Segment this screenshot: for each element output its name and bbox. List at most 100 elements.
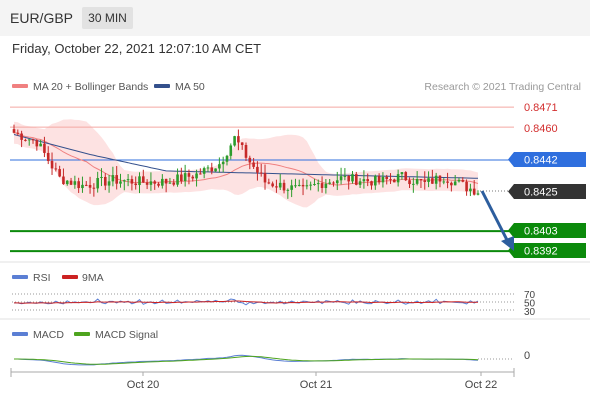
- candle-body: [374, 176, 377, 186]
- candle-body: [354, 174, 358, 185]
- rsi-legend-label: RSI: [33, 272, 51, 284]
- candle-body: [46, 152, 50, 161]
- macd-signal-legend-swatch: [74, 332, 90, 336]
- candle-body: [472, 188, 476, 195]
- candle-body: [27, 139, 31, 141]
- candle-body: [187, 173, 191, 177]
- rsi-ma-legend-label: 9MA: [82, 272, 104, 284]
- ma50-legend-swatch: [154, 84, 170, 88]
- candle-body: [248, 157, 252, 163]
- candle-body: [142, 176, 145, 183]
- candle-body: [107, 181, 111, 186]
- candle-body: [366, 179, 370, 182]
- candle-body: [419, 179, 423, 181]
- candle-body: [58, 169, 61, 177]
- candle-body: [233, 136, 236, 146]
- candle-body: [469, 188, 472, 192]
- candle-body: [297, 184, 301, 186]
- candle-body: [35, 140, 39, 147]
- candle-body: [301, 184, 305, 187]
- candle-body: [183, 173, 187, 182]
- bollinger-band-group: [14, 119, 478, 208]
- level-label-last: 0.8425: [524, 187, 558, 199]
- level-label-pivot: 0.8442: [524, 155, 558, 167]
- price-chart: MA 20 + Bollinger Bands MA 50 Research ©…: [0, 81, 590, 391]
- candle-body: [271, 183, 274, 187]
- candle-body: [370, 181, 373, 186]
- candle-body: [256, 166, 259, 173]
- macd-zero-label: 0: [524, 350, 530, 362]
- candle-body: [84, 184, 88, 186]
- candle-body: [145, 182, 149, 185]
- candle-body: [305, 185, 309, 187]
- candle-body: [202, 168, 206, 174]
- candle-body: [43, 143, 46, 153]
- candle-body: [461, 180, 465, 182]
- level-label-r1: 0.8460: [524, 123, 558, 135]
- candle-body: [282, 182, 286, 191]
- candle-body: [278, 182, 282, 188]
- candle-body: [164, 178, 168, 184]
- candle-body: [320, 183, 324, 189]
- candle-body: [138, 176, 141, 186]
- candle-body: [476, 193, 480, 195]
- candle-body: [275, 186, 278, 188]
- candle-body: [381, 176, 385, 183]
- candle-body: [324, 183, 328, 189]
- candle-body: [446, 181, 449, 183]
- candle-body: [218, 164, 221, 169]
- candle-body: [442, 181, 446, 183]
- candle-body: [286, 189, 290, 191]
- candle-body: [453, 181, 457, 186]
- candle-body: [161, 178, 164, 186]
- candle-body: [396, 174, 400, 183]
- candle-body: [195, 173, 198, 179]
- candle-body: [149, 181, 153, 185]
- candle-body: [427, 178, 430, 182]
- candle-body: [339, 176, 343, 181]
- x-tick-label-oct20: Oct 20: [127, 379, 159, 391]
- candle-body: [176, 174, 179, 185]
- candle-body: [214, 168, 217, 172]
- candle-body: [168, 182, 172, 184]
- candle-body: [157, 183, 160, 186]
- candle-body: [77, 181, 80, 189]
- candle-body: [252, 162, 255, 167]
- candle-body: [385, 176, 389, 180]
- candle-body: [92, 187, 96, 189]
- candle-body: [434, 175, 438, 184]
- candle-body: [153, 181, 157, 184]
- candle-body: [351, 174, 354, 182]
- rsi-level-30-label: 30: [524, 307, 536, 318]
- candle-body: [362, 179, 366, 182]
- research-credit: Research © 2021 Trading Central: [424, 81, 581, 93]
- candle-body: [400, 172, 404, 175]
- macd-lines-group: [14, 354, 479, 366]
- candle-body: [335, 180, 339, 184]
- candle-body: [290, 185, 293, 190]
- candle-body: [328, 182, 331, 184]
- candle-body: [24, 139, 27, 141]
- candle-body: [393, 179, 396, 183]
- candle-body: [221, 161, 225, 165]
- candle-body: [180, 174, 183, 182]
- macd-legend-label: MACD: [33, 329, 64, 341]
- candle-body: [69, 180, 73, 185]
- candle-body: [244, 144, 248, 158]
- candle-body: [100, 176, 103, 178]
- candle-body: [88, 184, 92, 188]
- candle-body: [206, 167, 210, 169]
- candle-body: [332, 182, 335, 184]
- macd-signal-legend-label: MACD Signal: [95, 329, 158, 341]
- candle-body: [347, 175, 350, 182]
- candle-body: [191, 176, 195, 179]
- candle-body: [316, 183, 320, 185]
- candle-body: [65, 180, 69, 185]
- candle-body: [20, 133, 23, 140]
- candle-body: [263, 173, 267, 183]
- candle-body: [389, 179, 392, 181]
- candle-body: [431, 178, 434, 184]
- candle-body: [343, 175, 347, 177]
- candle-body: [115, 175, 118, 184]
- candle-body: [450, 182, 453, 186]
